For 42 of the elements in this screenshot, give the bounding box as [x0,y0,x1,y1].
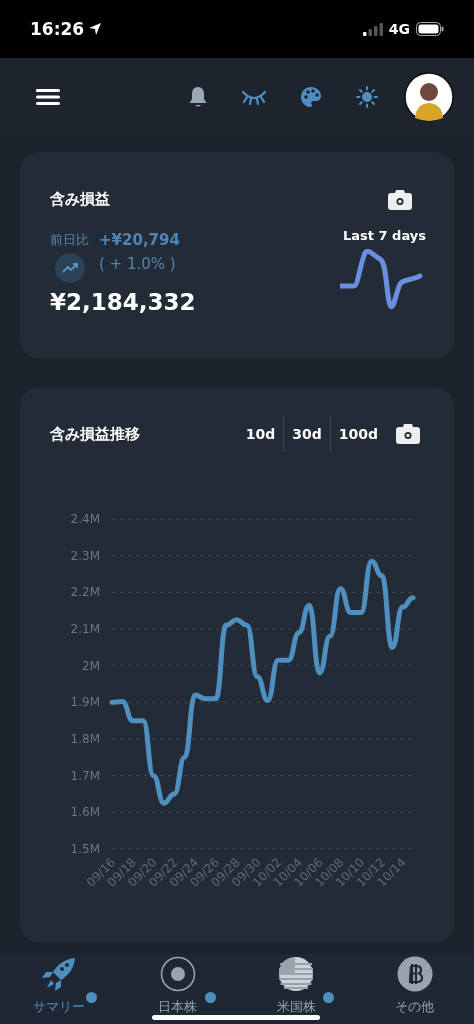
total-amount: ¥2,184,332 [50,289,196,315]
compare-label: 前日比 [50,231,89,249]
change-percent: ( + 1.0% ) [99,255,177,273]
avatar[interactable] [404,72,454,122]
y-axis-label: 1.8M [70,732,100,746]
trend-up-icon [54,253,85,283]
y-axis-label: 1.6M [70,805,100,820]
sparkline-label: Last 7 days [343,228,426,243]
range-button[interactable]: 100d [332,426,384,442]
closed-eye-icon[interactable] [242,89,266,105]
location-arrow-icon [88,22,103,36]
y-axis-label: 1.5M [70,842,100,856]
y-axis-label: 2.1M [70,622,100,636]
camera-icon[interactable] [396,424,420,444]
rocket-icon[interactable] [41,956,78,992]
range-button[interactable]: 30d [286,426,328,442]
menu-icon[interactable] [36,88,60,106]
y-axis-label: 2.2M [70,585,100,600]
palette-icon[interactable] [300,86,322,108]
nav-tab[interactable]: その他 [395,998,435,1016]
signal-icon [362,22,383,36]
flag-icon[interactable] [278,956,315,992]
nav-tab[interactable]: 日本株 [158,998,198,1016]
y-axis-label: 1.7M [70,768,100,783]
network-type: 4G [388,21,410,37]
camera-icon[interactable] [388,190,412,210]
range-button[interactable]: 10d [239,426,282,442]
y-axis-label: 2.4M [70,512,100,526]
bell-icon[interactable] [188,86,208,108]
y-axis-label: 1.9M [70,695,100,710]
battery-icon [416,22,444,36]
nav-tab[interactable]: サマリー [33,998,86,1016]
nav-tab[interactable]: 米国株 [276,998,316,1016]
target-icon[interactable] [159,956,196,992]
clock-time: 16:26 [30,19,85,39]
y-axis-label: 2.3M [70,548,100,563]
sun-icon[interactable] [356,86,378,108]
y-axis-label: 2M [82,658,100,673]
coin-icon[interactable] [396,956,433,992]
card-title: 含み損益 [50,190,111,209]
card-title: 含み損益推移 [50,424,141,444]
change-amount: +¥20,794 [99,231,180,249]
